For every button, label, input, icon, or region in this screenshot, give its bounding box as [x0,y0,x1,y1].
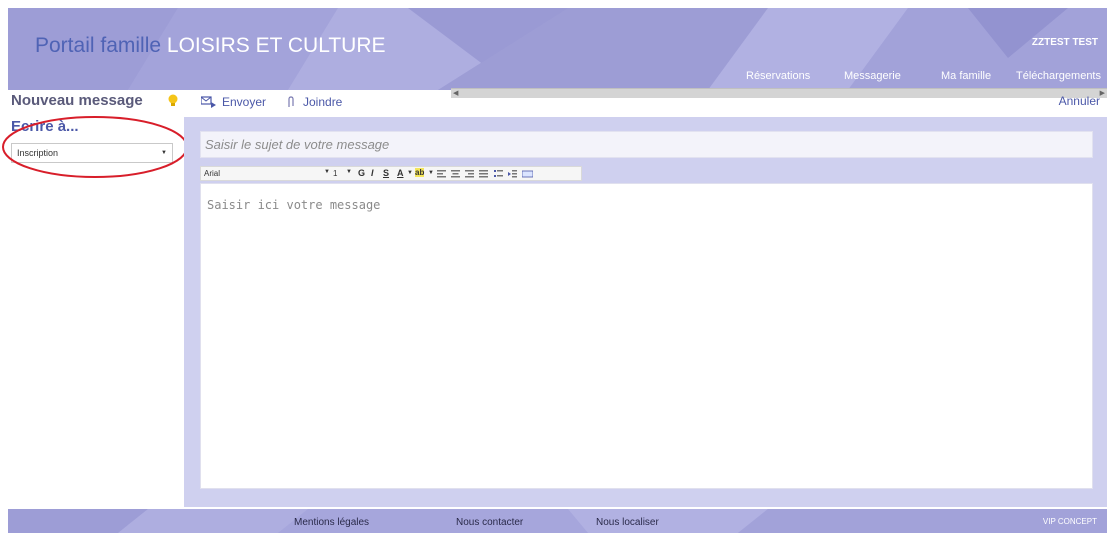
subject-input[interactable]: Saisir le sujet de votre message [200,131,1093,158]
footer-link-mentions[interactable]: Mentions légales [294,517,369,528]
nav-reservations[interactable]: Réservations [746,70,810,82]
align-left-icon[interactable] [437,170,446,178]
link-icon[interactable] [522,170,533,178]
footer-bar: Mentions légales Nous contacter Nous loc… [8,509,1107,533]
page-title: Nouveau message [11,92,143,109]
scroll-right-arrow-icon[interactable]: ▶ [1100,89,1105,97]
size-select[interactable]: 1 [333,169,337,178]
align-center-icon[interactable] [451,170,460,178]
editor-toolbar: Arial ▼ 1 ▼ G I S A ▼ ab ▼ [200,166,582,181]
scroll-left-arrow-icon[interactable]: ◀ [453,89,458,97]
brand-portal-label: Portail famille [35,34,162,57]
portal-brand[interactable]: Portail famille LOISIRS ET CULTURE [35,34,386,58]
font-chevron-icon[interactable]: ▼ [324,169,330,175]
footer-link-contact[interactable]: Nous contacter [456,517,523,528]
send-icon[interactable] [201,96,217,108]
send-button[interactable]: Envoyer [222,95,266,109]
bold-icon[interactable]: G [358,168,365,178]
header-banner: Portail famille LOISIRS ET CULTURE ZZTES… [8,8,1107,90]
highlight-icon[interactable]: ab [415,168,425,177]
lightbulb-icon [168,94,178,106]
text-color-icon[interactable]: A [397,168,404,178]
align-justify-icon[interactable] [479,170,488,178]
brand-site-label: LOISIRS ET CULTURE [166,34,386,57]
cancel-button[interactable]: Annuler [1059,94,1100,108]
text-color-chevron-icon[interactable]: ▼ [407,170,413,176]
italic-icon[interactable]: I [371,168,374,178]
highlight-chevron-icon[interactable]: ▼ [428,170,434,176]
attach-button[interactable]: Joindre [303,95,342,109]
footer-link-localiser[interactable]: Nous localiser [596,517,659,528]
indent-icon[interactable] [508,170,517,178]
red-annotation-circle [2,116,188,178]
size-chevron-icon[interactable]: ▼ [346,169,352,175]
nav-ma-famille[interactable]: Ma famille [941,70,991,82]
list-icon[interactable] [494,170,503,178]
font-select[interactable]: Arial [204,169,220,178]
message-body-input[interactable]: Saisir ici votre message [200,183,1093,489]
align-right-icon[interactable] [465,170,474,178]
footer-background [8,509,1107,533]
paperclip-icon[interactable] [287,96,295,109]
horizontal-scrollbar[interactable]: ◀ ▶ [451,88,1107,98]
nav-telechargements[interactable]: Téléchargements [1016,70,1101,82]
nav-messagerie[interactable]: Messagerie [844,70,901,82]
message-body-placeholder: Saisir ici votre message [207,198,381,212]
underline-icon[interactable]: S [383,168,389,178]
footer-credit[interactable]: VIP CONCEPT [1043,517,1097,526]
user-name[interactable]: ZZTEST TEST [1032,37,1098,48]
